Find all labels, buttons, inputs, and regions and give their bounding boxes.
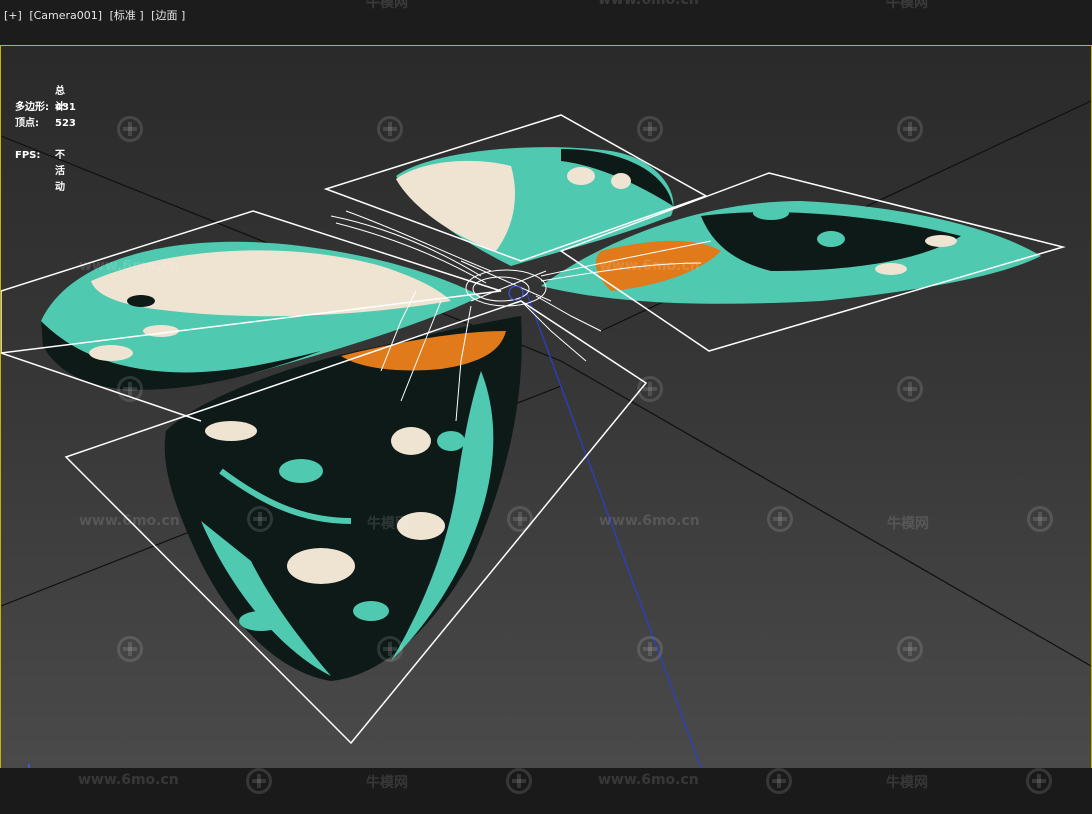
watermark-logo-icon	[897, 116, 923, 142]
viewport-edges-menu[interactable]: [边面 ]	[151, 9, 185, 22]
watermark-brand: 牛模网	[367, 516, 409, 532]
watermark-logo-icon	[117, 636, 143, 662]
viewport-plus-menu[interactable]: [+]	[4, 9, 22, 22]
watermark-brand: 牛模网	[887, 516, 929, 532]
watermark-logo-icon	[637, 116, 663, 142]
watermark-logo-icon	[117, 116, 143, 142]
watermark-logo-icon	[246, 768, 272, 794]
watermark-url: www.6mo.cn	[79, 258, 180, 274]
watermark-logo-icon	[766, 768, 792, 794]
watermark-brand: 牛模网	[886, 775, 928, 791]
watermark-logo-icon	[377, 636, 403, 662]
viewport-header-bar: [+] [Camera001] [标准 ] [边面 ] www.6mo.cn 牛…	[0, 0, 1092, 44]
watermark-url: www.6mo.cn	[78, 772, 179, 788]
watermark-url: www.6mo.cn	[599, 513, 700, 529]
watermark-brand: 牛模网	[366, 775, 408, 791]
watermark-logo-icon	[767, 506, 793, 532]
viewport-footer-bar: www.6mo.cn www.6mo.cn 牛模网 牛模网	[0, 768, 1092, 814]
viewport-shading-menu[interactable]: [标准 ]	[110, 9, 144, 22]
viewport-camera-menu[interactable]: [Camera001]	[29, 9, 102, 22]
watermark-url: www.6mo.cn	[598, 0, 699, 8]
viewport-scene	[1, 100, 1091, 768]
fps-value: 不活动	[55, 150, 65, 193]
watermark-logo-icon	[507, 506, 533, 532]
watermark-logo-icon	[1027, 506, 1053, 532]
polygons-value: 431	[55, 102, 76, 113]
watermark-url: www.6mo.cn	[599, 258, 700, 274]
watermark-logo-icon	[247, 506, 273, 532]
watermark-logo-icon	[637, 376, 663, 402]
watermark-logo-icon	[506, 768, 532, 794]
watermark-logo-icon	[637, 636, 663, 662]
watermark-logo-icon	[1026, 768, 1052, 794]
vertices-value: 523	[55, 118, 76, 129]
watermark-logo-icon	[897, 636, 923, 662]
watermark-logo-icon	[117, 376, 143, 402]
watermark-logo-icon	[377, 116, 403, 142]
watermark-url: www.6mo.cn	[79, 513, 180, 529]
fps-label: FPS:	[15, 150, 41, 161]
watermark-brand: 牛模网	[366, 0, 408, 11]
viewport-label-menu: [+] [Camera001] [标准 ] [边面 ]	[4, 7, 189, 23]
polygons-label: 多边形:	[15, 102, 49, 113]
camera-viewport[interactable]: 总计 多边形: 431 顶点: 523 FPS: 不活动 www.6mo.cn …	[0, 45, 1092, 769]
vertices-label: 顶点:	[15, 118, 39, 129]
watermark-logo-icon	[897, 376, 923, 402]
watermark-url: www.6mo.cn	[598, 772, 699, 788]
watermark-brand: 牛模网	[886, 0, 928, 11]
